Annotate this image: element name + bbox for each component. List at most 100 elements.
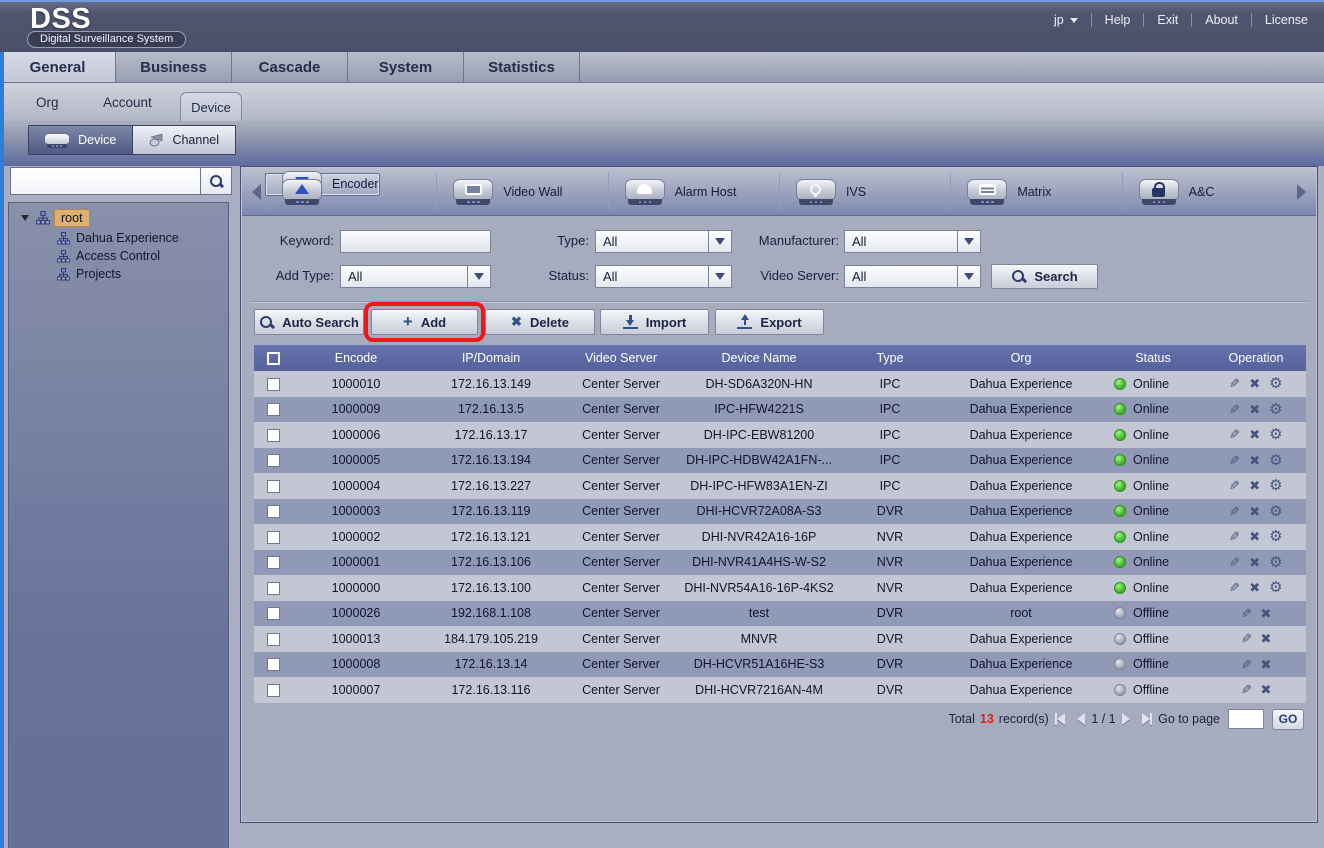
last-page-icon[interactable]	[1142, 713, 1153, 725]
config-icon[interactable]: ⚙	[1269, 556, 1282, 569]
carousel-left-arrow-icon[interactable]	[252, 184, 261, 200]
row-checkbox[interactable]	[267, 429, 280, 442]
edit-icon[interactable]: ✎	[1229, 428, 1240, 441]
search-button[interactable]: Search	[991, 264, 1098, 289]
edit-icon[interactable]: ✎	[1229, 479, 1240, 492]
config-icon[interactable]: ⚙	[1269, 377, 1282, 390]
delete-icon[interactable]: ✖	[1249, 505, 1260, 518]
config-icon[interactable]: ⚙	[1269, 479, 1282, 492]
delete-button[interactable]: ✖Delete	[485, 309, 595, 335]
delete-icon[interactable]: ✖	[1249, 556, 1260, 569]
row-checkbox[interactable]	[267, 378, 280, 391]
edit-icon[interactable]: ✎	[1229, 581, 1240, 594]
chevron-down-icon[interactable]	[957, 266, 980, 287]
go-button[interactable]: GO	[1272, 709, 1304, 730]
table-row[interactable]: 1000006 172.16.13.17 Center Server DH-IP…	[254, 422, 1306, 448]
row-checkbox[interactable]	[267, 454, 280, 467]
row-checkbox[interactable]	[267, 556, 280, 569]
edit-icon[interactable]: ✎	[1229, 556, 1240, 569]
delete-icon[interactable]: ✖	[1249, 377, 1260, 390]
edit-icon[interactable]: ✎	[1229, 403, 1240, 416]
delete-icon[interactable]: ✖	[1249, 428, 1260, 441]
table-row[interactable]: 1000004 172.16.13.227 Center Server DH-I…	[254, 473, 1306, 499]
tree-node-projects[interactable]: Projects	[57, 266, 121, 282]
edit-icon[interactable]: ✎	[1229, 454, 1240, 467]
delete-icon[interactable]: ✖	[1249, 403, 1260, 416]
row-checkbox[interactable]	[267, 480, 280, 493]
edit-icon[interactable]: ✎	[1241, 658, 1252, 671]
delete-icon[interactable]: ✖	[1249, 454, 1260, 467]
tab-statistics[interactable]: Statistics	[464, 52, 580, 82]
subtab-device[interactable]: Device	[180, 92, 242, 121]
table-row[interactable]: 1000009 172.16.13.5 Center Server IPC-HF…	[254, 397, 1306, 423]
prev-page-icon[interactable]	[1077, 713, 1085, 725]
table-row[interactable]: 1000001 172.16.13.106 Center Server DHI-…	[254, 550, 1306, 576]
export-button[interactable]: Export	[715, 309, 824, 335]
goto-page-input[interactable]	[1228, 709, 1264, 729]
add-button[interactable]: +Add	[371, 309, 478, 335]
subtab-org[interactable]: Org	[36, 83, 59, 121]
tree-node-access-control[interactable]: Access Control	[57, 248, 160, 264]
tab-business[interactable]: Business	[116, 52, 232, 82]
table-row[interactable]: 1000005 172.16.13.194 Center Server DH-I…	[254, 448, 1306, 474]
row-checkbox[interactable]	[267, 633, 280, 646]
edit-icon[interactable]: ✎	[1229, 377, 1240, 390]
delete-icon[interactable]: ✖	[1249, 530, 1260, 543]
manufacturer-select[interactable]: All	[844, 230, 981, 253]
devicetype-aac[interactable]: A&C	[1122, 173, 1293, 211]
table-row[interactable]: 1000000 172.16.13.100 Center Server DHI-…	[254, 575, 1306, 601]
delete-icon[interactable]: ✖	[1249, 581, 1260, 594]
import-button[interactable]: Import	[600, 309, 709, 335]
table-row[interactable]: 1000010 172.16.13.149 Center Server DH-S…	[254, 371, 1306, 397]
delete-icon[interactable]: ✖	[1261, 607, 1272, 620]
delete-icon[interactable]: ✖	[1249, 479, 1260, 492]
row-checkbox[interactable]	[267, 582, 280, 595]
edit-icon[interactable]: ✎	[1241, 683, 1252, 696]
delete-icon[interactable]: ✖	[1261, 683, 1272, 696]
tree-node-dahua-experience[interactable]: Dahua Experience	[57, 230, 179, 246]
row-checkbox[interactable]	[267, 505, 280, 518]
edit-icon[interactable]: ✎	[1229, 505, 1240, 518]
config-icon[interactable]: ⚙	[1269, 530, 1282, 543]
tab-cascade[interactable]: Cascade	[232, 52, 348, 82]
row-checkbox[interactable]	[267, 403, 280, 416]
devicetype-ivs[interactable]: IVS	[779, 173, 950, 211]
table-row[interactable]: 1000003 172.16.13.119 Center Server DHI-…	[254, 499, 1306, 525]
table-row[interactable]: 1000013 184.179.105.219 Center Server MN…	[254, 626, 1306, 652]
devicetype-matrix[interactable]: Matrix	[950, 173, 1121, 211]
select-all-checkbox[interactable]	[267, 352, 280, 365]
subtab-account[interactable]: Account	[103, 83, 152, 121]
help-link[interactable]: Help	[1105, 13, 1131, 27]
row-checkbox[interactable]	[267, 658, 280, 671]
table-row[interactable]: 1000007 172.16.13.116 Center Server DHI-…	[254, 677, 1306, 703]
org-search-input[interactable]	[11, 168, 200, 194]
table-row[interactable]: 1000002 172.16.13.121 Center Server DHI-…	[254, 524, 1306, 550]
chevron-down-icon[interactable]	[957, 231, 980, 252]
tree-node-root[interactable]: root	[21, 209, 90, 227]
edit-icon[interactable]: ✎	[1241, 632, 1252, 645]
tab-general[interactable]: General	[0, 52, 116, 82]
config-icon[interactable]: ⚙	[1269, 454, 1282, 467]
license-link[interactable]: License	[1265, 13, 1308, 27]
tab-system[interactable]: System	[348, 52, 464, 82]
edit-icon[interactable]: ✎	[1241, 607, 1252, 620]
row-checkbox[interactable]	[267, 607, 280, 620]
row-checkbox[interactable]	[267, 531, 280, 544]
about-link[interactable]: About	[1205, 13, 1238, 27]
delete-icon[interactable]: ✖	[1261, 658, 1272, 671]
delete-icon[interactable]: ✖	[1261, 632, 1272, 645]
toggle-channel[interactable]: Channel	[132, 126, 236, 154]
auto-search-button[interactable]: Auto Search	[254, 309, 364, 335]
user-menu[interactable]: jp	[1054, 13, 1078, 27]
tree-expander-icon[interactable]	[21, 215, 29, 221]
devicetype-alarm-host[interactable]: Alarm Host	[608, 173, 779, 211]
config-icon[interactable]: ⚙	[1269, 505, 1282, 518]
video-server-select[interactable]: All	[844, 265, 981, 288]
config-icon[interactable]: ⚙	[1269, 581, 1282, 594]
toggle-device[interactable]: Device	[29, 126, 132, 154]
table-row[interactable]: 1000026 192.168.1.108 Center Server test…	[254, 601, 1306, 627]
exit-link[interactable]: Exit	[1157, 13, 1178, 27]
row-checkbox[interactable]	[267, 684, 280, 697]
next-page-icon[interactable]	[1122, 713, 1130, 725]
config-icon[interactable]: ⚙	[1269, 428, 1282, 441]
